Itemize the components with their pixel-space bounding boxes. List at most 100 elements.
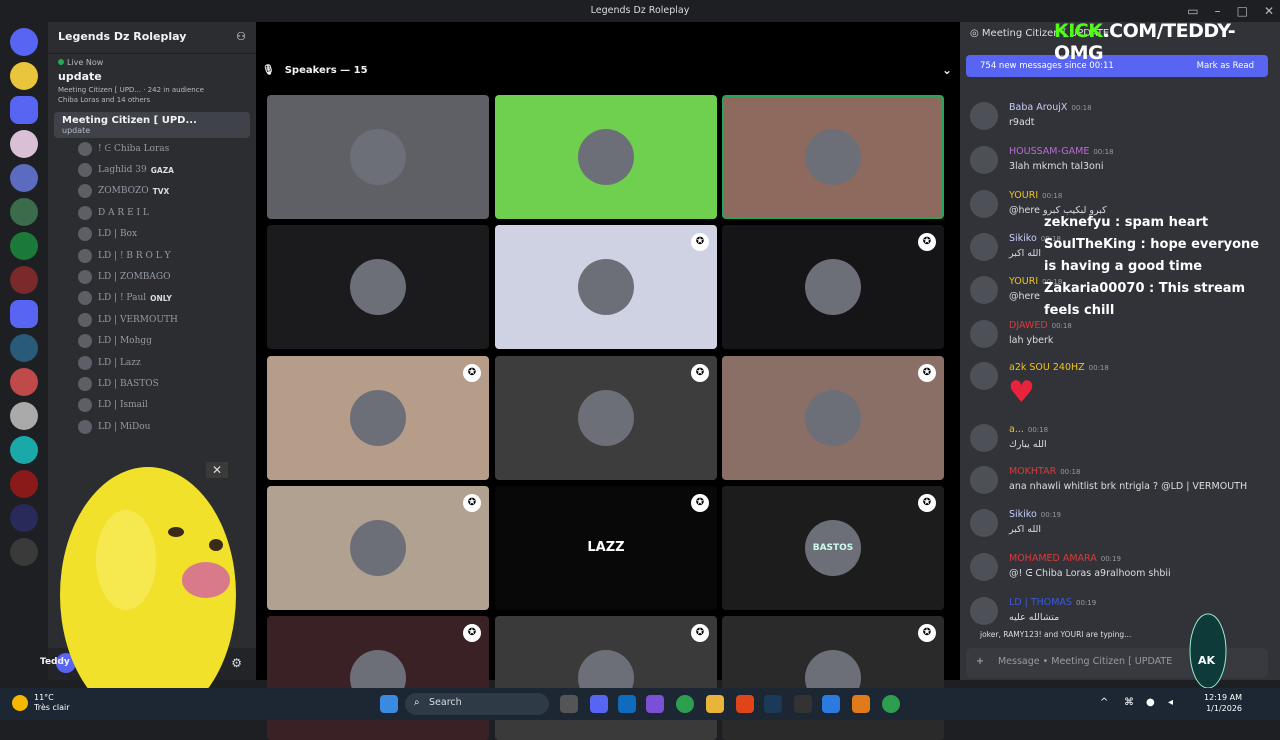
message-author[interactable]: MOKHTAR 00:18 (1009, 466, 1080, 477)
message-author[interactable]: a... 00:18 (1009, 424, 1048, 435)
speaker-tile[interactable]: ✪ (722, 356, 944, 480)
server-icon[interactable] (10, 334, 38, 362)
stage-member[interactable]: D A R E I L (48, 202, 256, 223)
app-icon[interactable] (852, 695, 870, 713)
message-author[interactable]: MOHAMED AMARA 00:19 (1009, 553, 1121, 564)
folder-icon[interactable] (10, 96, 38, 124)
server-icon[interactable] (10, 436, 38, 464)
app-icon[interactable] (822, 695, 840, 713)
speaker-tile[interactable]: ✪ (267, 486, 489, 610)
live-banner[interactable]: Live Now update Meeting Citizen [ UPD...… (48, 54, 256, 108)
network-icon[interactable]: ⌘ (1124, 697, 1134, 708)
speaker-tile[interactable]: LAZZ ✪ (495, 486, 717, 610)
stage-member[interactable]: LD | Box (48, 224, 256, 245)
stage-member[interactable]: LD | ! Paul ONLY (48, 288, 256, 309)
stage-member[interactable]: LD | ! B R O L Y (48, 245, 256, 266)
folder-icon[interactable] (10, 300, 38, 328)
clock[interactable]: 12:19 AM 1/1/2026 (1190, 692, 1242, 714)
message-author[interactable]: Sikiko 00:19 (1009, 509, 1061, 520)
server-icon[interactable] (10, 470, 38, 498)
chrome-icon[interactable] (676, 695, 694, 713)
speaker-tile[interactable] (722, 95, 944, 219)
discord-taskbar-icon[interactable] (590, 695, 608, 713)
avatar[interactable] (970, 424, 998, 452)
server-icon[interactable] (10, 130, 38, 158)
server-icon[interactable] (10, 402, 38, 430)
avatar[interactable] (970, 320, 998, 348)
discord-home-icon[interactable] (10, 28, 38, 56)
chat-message[interactable]: MOKHTAR 00:18 ana nhawli whitlist brk ntri… (970, 466, 1270, 506)
stage-member[interactable]: LD | VERMOUTH (48, 309, 256, 330)
maximize-button[interactable]: □ (1237, 4, 1248, 18)
stage-member[interactable]: LD | BASTOS (48, 373, 256, 394)
server-icon[interactable] (10, 232, 38, 260)
avatar[interactable] (970, 597, 998, 625)
outlook-icon[interactable] (618, 695, 636, 713)
add-member-icon[interactable]: ⚇ (236, 30, 246, 45)
avatar[interactable] (970, 466, 998, 494)
message-author[interactable]: a2k SOU 240HZ 00:18 (1009, 362, 1109, 373)
stage-member[interactable]: LD | Lazz (48, 352, 256, 373)
speaker-tile[interactable]: BASTOS ✪ (722, 486, 944, 610)
stage-member[interactable]: LD | Mohgg (48, 331, 256, 352)
server-icon[interactable] (10, 504, 38, 532)
avatar[interactable] (970, 190, 998, 218)
mic-tray-icon[interactable]: ● (1146, 697, 1155, 708)
start-button[interactable] (380, 695, 398, 713)
avatar[interactable] (970, 553, 998, 581)
message-author[interactable]: YOURI 00:18 (1009, 190, 1062, 201)
copilot-icon[interactable] (646, 695, 664, 713)
stage-member[interactable]: ZOMBOZO TVX (48, 181, 256, 202)
speaker-tile[interactable] (267, 225, 489, 349)
avatar[interactable] (970, 146, 998, 174)
speaker-tile[interactable]: ✪ (495, 356, 717, 480)
avatar[interactable] (970, 233, 998, 261)
message-author[interactable]: Baba AroujX 00:18 (1009, 102, 1092, 113)
stage-member[interactable]: ! ᕮ Chiba Loras (48, 138, 256, 159)
active-stage-channel[interactable]: Meeting Citizen [ UPD... update (54, 112, 250, 138)
chrome-icon[interactable] (882, 695, 900, 713)
avatar[interactable] (970, 102, 998, 130)
speaker-tile[interactable]: ✪ (495, 225, 717, 349)
chat-message[interactable]: MOHAMED AMARA 00:19 @! ᕮ Chiba Loras a9ral… (970, 553, 1270, 593)
server-icon[interactable] (10, 62, 38, 90)
chat-message[interactable]: Sikiko 00:19 الله اكبر (970, 509, 1270, 549)
avatar[interactable] (970, 362, 998, 390)
chat-message[interactable]: a... 00:18 الله يبارك (970, 424, 1270, 464)
speaker-tile[interactable]: ✪ (722, 616, 944, 740)
minimize-button[interactable]: – (1215, 4, 1221, 18)
obs-icon[interactable] (794, 695, 812, 713)
speaker-tile[interactable] (495, 95, 717, 219)
inbox-icon[interactable]: ▭ (1187, 4, 1198, 18)
tray-chevron-icon[interactable]: ^ (1100, 697, 1108, 708)
message-author[interactable]: LD | THOMAS 00:19 (1009, 597, 1096, 608)
speaker-tile[interactable] (267, 95, 489, 219)
speaker-tile[interactable]: ✪ (267, 616, 489, 740)
steam-icon[interactable] (764, 695, 782, 713)
weather-widget[interactable]: 11°C Très clair (34, 693, 70, 713)
speaker-tile[interactable]: ✪ (267, 356, 489, 480)
task-view-icon[interactable] (560, 695, 578, 713)
avatar[interactable] (970, 276, 998, 304)
server-header[interactable]: Legends Dz Roleplay ⚇ (48, 22, 256, 54)
speaker-tile[interactable]: ✪ (495, 616, 717, 740)
server-icon[interactable] (10, 198, 38, 226)
plus-icon[interactable]: + (976, 656, 984, 667)
chat-message[interactable]: DJAWED 00:18 lah yberk (970, 320, 1270, 360)
file-explorer-icon[interactable] (706, 695, 724, 713)
stage-member[interactable]: Laghlid 39 GAZA (48, 159, 256, 180)
chat-message[interactable]: HOUSSAM-GAME 00:18 3lah mkmch tal3oni (970, 146, 1270, 186)
close-button[interactable]: ✕ (1264, 4, 1274, 18)
brave-icon[interactable] (736, 695, 754, 713)
chat-message[interactable]: Baba AroujX 00:18 r9adt (970, 102, 1270, 142)
speaker-tile[interactable]: ✪ (722, 225, 944, 349)
server-icon[interactable] (10, 266, 38, 294)
taskbar-search[interactable]: Search (405, 693, 549, 715)
stage-member[interactable]: LD | ZOMBAGO (48, 266, 256, 287)
server-icon[interactable] (10, 368, 38, 396)
message-author[interactable]: HOUSSAM-GAME 00:18 (1009, 146, 1114, 157)
stage-member[interactable]: LD | Ismail (48, 395, 256, 416)
server-icon[interactable] (10, 164, 38, 192)
stage-member[interactable]: LD | MiDou (48, 416, 256, 437)
server-icon[interactable] (10, 538, 38, 566)
